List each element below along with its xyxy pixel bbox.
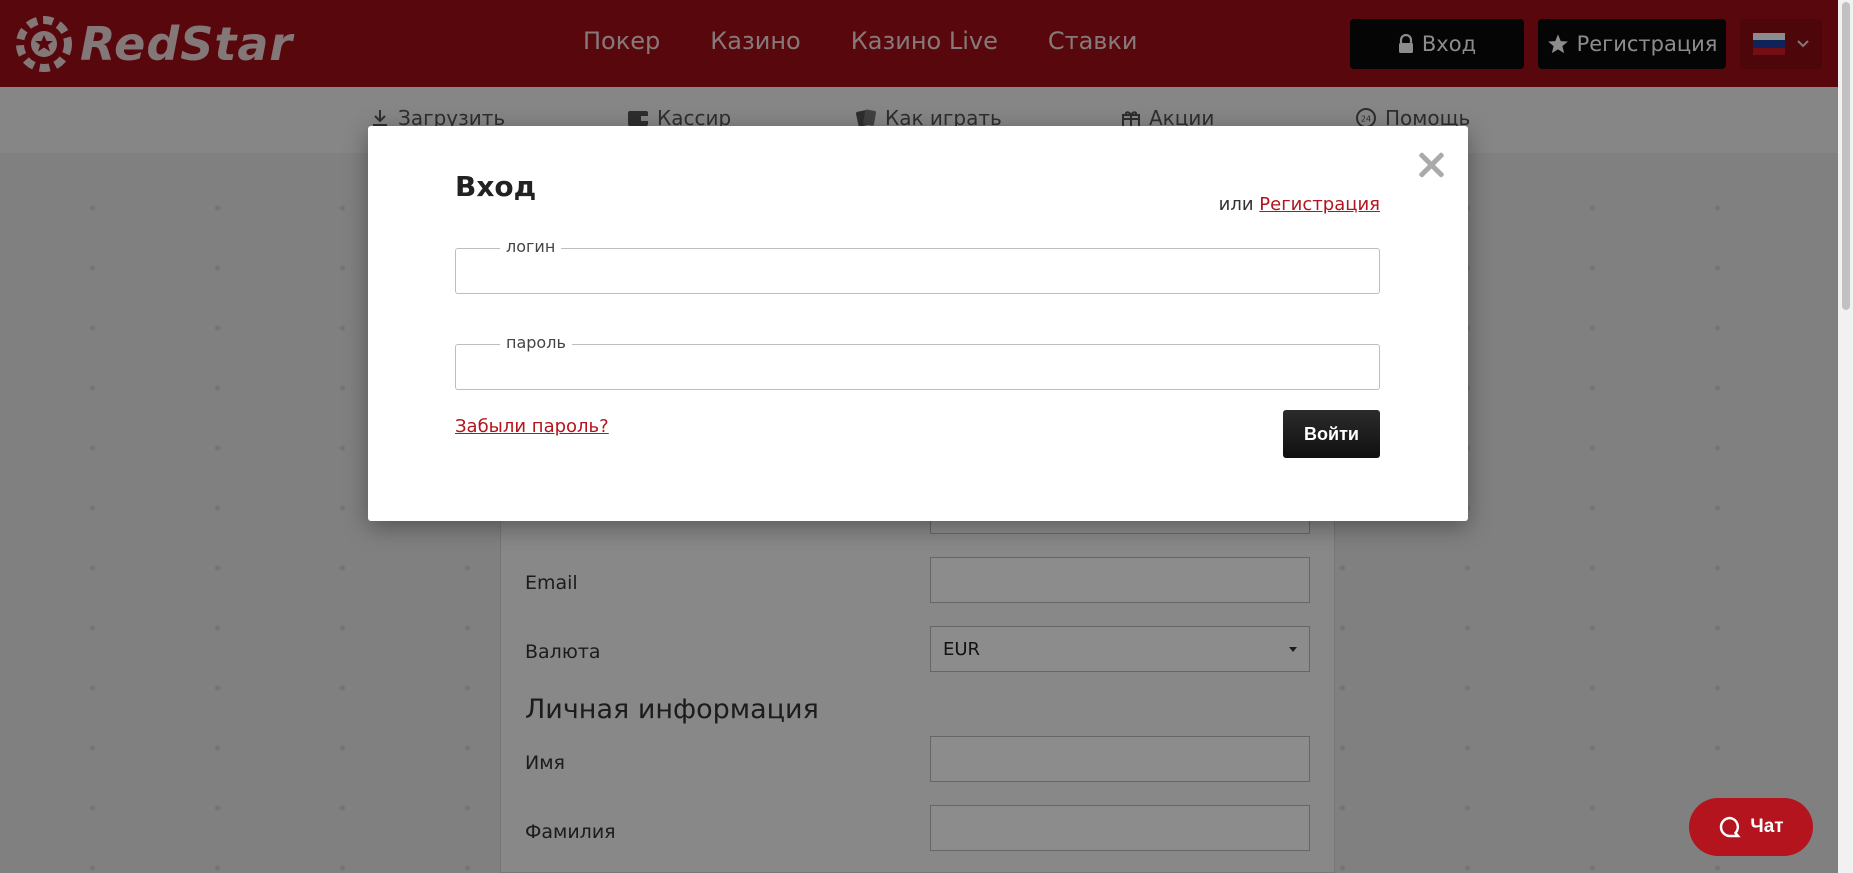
login-fieldset: логин [455,237,1380,294]
or-text: или [1218,194,1254,215]
chat-button[interactable]: Чат [1689,798,1813,856]
password-legend: пароль [500,333,572,352]
modal-title: Вход [455,170,537,203]
password-input[interactable] [456,345,1379,389]
or-register: или Регистрация [1219,194,1380,215]
forgot-password-link[interactable]: Забыли пароль? [455,416,609,437]
chat-bubble-icon [1720,816,1742,838]
password-fieldset: пароль [455,333,1380,390]
login-submit-button[interactable]: Войти [1283,410,1380,458]
login-modal: Вход или Регистрация логин пароль Забыли… [368,126,1468,521]
close-icon[interactable] [1414,148,1448,182]
login-legend: логин [500,237,562,256]
register-link[interactable]: Регистрация [1259,194,1380,215]
chat-label: Чат [1750,816,1784,837]
scrollbar-thumb[interactable] [1842,2,1850,310]
login-input[interactable] [456,249,1379,293]
